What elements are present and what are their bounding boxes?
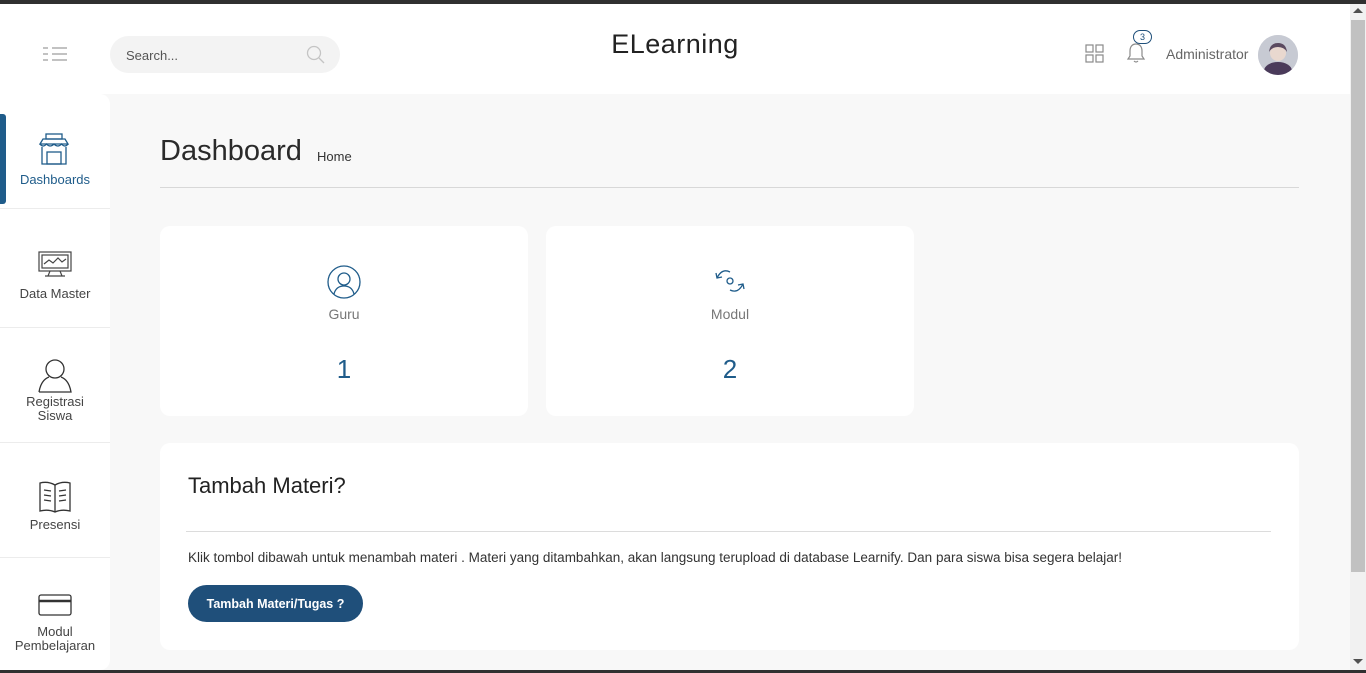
sidebar-item-data-master[interactable]: Data Master — [0, 213, 110, 328]
sidebar-item-dashboards[interactable]: Dashboards — [0, 94, 110, 209]
card-divider — [186, 531, 1271, 532]
bell-icon[interactable] — [1126, 42, 1146, 64]
credit-card-icon — [38, 594, 72, 621]
title-divider — [160, 187, 1299, 188]
card-title: Tambah Materi? — [188, 473, 346, 498]
sidebar-item-label: Modul Pembelajaran — [14, 624, 96, 653]
sidebar-item-label: Registrasi Siswa — [26, 394, 84, 423]
brand-title: ELearning — [611, 29, 739, 59]
card-description: Klik tombol dibawah untuk menambah mater… — [188, 550, 1123, 565]
avatar[interactable] — [1258, 35, 1298, 75]
tambah-materi-card: Tambah Materi? Klik tombol dibawah untuk… — [160, 443, 1299, 650]
monitor-chart-icon — [38, 251, 72, 284]
scrollbar-thumb[interactable] — [1351, 20, 1365, 572]
scroll-up-arrow-icon[interactable] — [1353, 8, 1363, 13]
user-circle-icon — [326, 264, 362, 300]
user-icon — [37, 358, 73, 399]
breadcrumb[interactable]: Home — [317, 149, 352, 164]
stat-value: 2 — [722, 354, 738, 384]
refresh-icon — [712, 264, 748, 300]
sidebar: Dashboards Data Master Registrasi Siswa … — [0, 94, 110, 670]
menu-toggle-icon[interactable] — [43, 47, 69, 63]
sidebar-item-registrasi-siswa[interactable]: Registrasi Siswa — [0, 328, 110, 443]
shop-icon — [37, 132, 71, 171]
stat-label: Guru — [328, 306, 360, 322]
active-indicator — [0, 114, 6, 204]
apps-grid-icon[interactable] — [1085, 44, 1104, 63]
page-title: Dashboard — [160, 135, 302, 167]
user-name[interactable]: Administrator — [1166, 46, 1248, 62]
notification-badge: 3 — [1133, 30, 1152, 44]
sidebar-item-modul-pembelajaran[interactable]: Modul Pembelajaran — [0, 558, 110, 670]
stat-card-guru[interactable]: Guru 1 — [160, 226, 528, 416]
stat-label: Modul — [710, 306, 750, 322]
sidebar-item-label: Data Master — [19, 286, 91, 301]
sidebar-item-label: Dashboards — [19, 172, 91, 187]
scroll-down-arrow-icon[interactable] — [1353, 659, 1363, 664]
search-input[interactable] — [126, 45, 306, 65]
search-icon[interactable] — [306, 45, 326, 65]
book-icon — [38, 479, 72, 518]
tambah-materi-button[interactable]: Tambah Materi/Tugas ? — [188, 585, 363, 622]
sidebar-item-label: Presensi — [29, 517, 81, 532]
top-header: ELearning 3 Administrator — [0, 4, 1350, 94]
stat-value: 1 — [336, 354, 352, 384]
stat-card-modul[interactable]: Modul 2 — [546, 226, 914, 416]
sidebar-item-presensi[interactable]: Presensi — [0, 443, 110, 558]
